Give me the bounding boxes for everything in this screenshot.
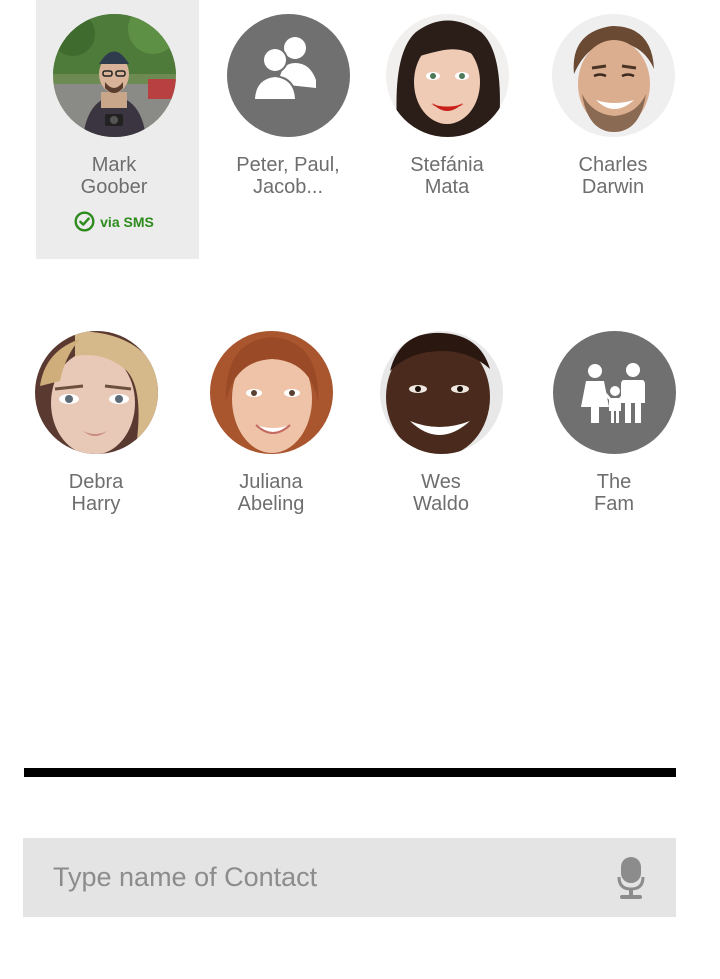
check-circle-icon	[74, 211, 95, 232]
contact-card-mark-goober[interactable]: Mark Goober via SMS	[29, 14, 199, 237]
contact-card-wes-waldo[interactable]: Wes Waldo	[356, 331, 526, 515]
avatar-juliana-abeling	[209, 331, 333, 454]
family-icon	[580, 363, 645, 423]
photo-man-smiling-icon	[551, 14, 675, 137]
contact-last-name: Darwin	[581, 176, 645, 198]
group-icon	[252, 37, 316, 99]
contact-card-the-fam[interactable]: The Fam	[529, 331, 699, 515]
photo-man-beanie-camera-icon	[52, 14, 176, 137]
contact-first-name: Wes	[421, 471, 461, 493]
divider	[24, 768, 676, 777]
contact-first-name: Juliana	[239, 471, 303, 493]
contact-picker: Mark Goober via SMS Peter, Paul, Jacob..…	[0, 0, 720, 979]
photo-man-dark-skin-icon	[379, 331, 503, 454]
microphone-icon	[617, 857, 645, 899]
contact-last-name: Goober	[80, 176, 148, 198]
contact-name: Stefánia Mata	[362, 154, 532, 198]
contact-last-name: Jacob...	[252, 176, 324, 198]
contact-card-peter-paul-jacob[interactable]: Peter, Paul, Jacob...	[203, 14, 373, 198]
photo-woman-dark-hair-icon	[385, 14, 509, 137]
contact-name: The Fam	[529, 471, 699, 515]
contact-name: Juliana Abeling	[186, 471, 356, 515]
photo-woman-redhead-icon	[209, 331, 333, 454]
contact-first-name: Stefánia	[410, 154, 484, 176]
contact-card-juliana-abeling[interactable]: Juliana Abeling	[186, 331, 356, 515]
avatar-group	[226, 14, 350, 137]
contact-last-name: Harry	[71, 493, 121, 515]
contact-first-name: Peter, Paul,	[236, 154, 340, 176]
contact-card-debra-harry[interactable]: Debra Harry	[11, 331, 181, 515]
contact-first-name: Debra	[68, 471, 124, 493]
contact-name: Debra Harry	[11, 471, 181, 515]
contact-name: Peter, Paul, Jacob...	[203, 154, 373, 198]
contact-name: Mark Goober	[29, 154, 199, 198]
via-sms-badge: via SMS	[74, 211, 154, 232]
contact-last-name: Abeling	[237, 493, 305, 515]
search-bar	[23, 838, 676, 917]
contact-name: Wes Waldo	[356, 471, 526, 515]
contact-name: Charles Darwin	[528, 154, 698, 198]
contact-card-charles-darwin[interactable]: Charles Darwin	[528, 14, 698, 198]
contact-search-input[interactable]	[53, 838, 593, 917]
via-sms-label: via SMS	[100, 213, 154, 230]
contact-last-name: Fam	[594, 493, 634, 515]
contact-first-name: Mark	[91, 154, 137, 176]
contact-last-name: Waldo	[413, 493, 469, 515]
avatar-mark-goober	[52, 14, 176, 137]
contact-last-name: Mata	[424, 176, 470, 198]
microphone-button[interactable]	[616, 855, 646, 901]
contact-first-name: The	[596, 471, 632, 493]
avatar-stefania-mata	[385, 14, 509, 137]
avatar-charles-darwin	[551, 14, 675, 137]
photo-woman-blonde-icon	[34, 331, 158, 454]
avatar-debra-harry	[34, 331, 158, 454]
avatar-family	[552, 331, 676, 454]
contact-first-name: Charles	[578, 154, 648, 176]
contact-card-stefania-mata[interactable]: Stefánia Mata	[362, 14, 532, 198]
avatar-wes-waldo	[379, 331, 503, 454]
